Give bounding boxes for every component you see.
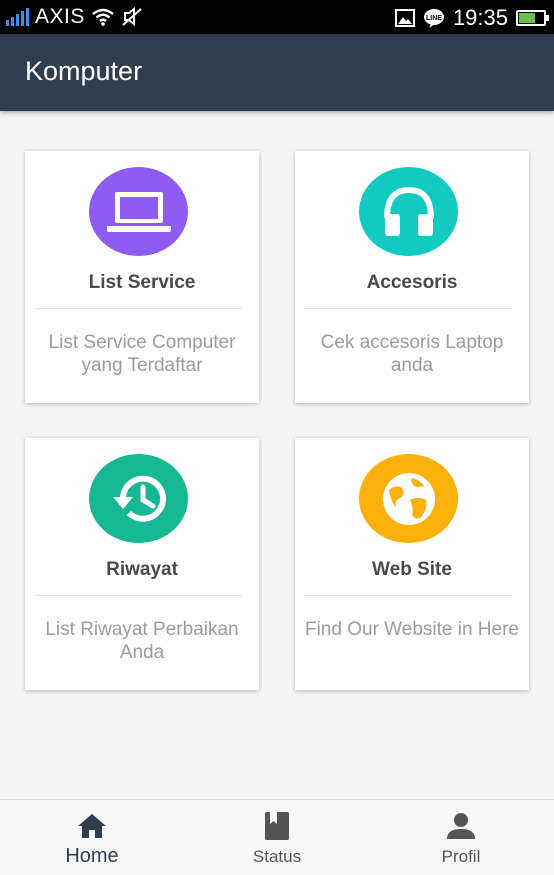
card-divider bbox=[305, 308, 512, 309]
card-title: Riwayat bbox=[106, 559, 178, 580]
svg-text:LINE: LINE bbox=[426, 15, 442, 22]
battery-icon bbox=[516, 10, 549, 26]
nav-status[interactable]: Status bbox=[207, 800, 347, 875]
card-description: Cek accesoris Laptop anda bbox=[320, 332, 504, 376]
image-icon bbox=[394, 9, 415, 27]
book-icon bbox=[265, 812, 289, 840]
laptop-icon bbox=[106, 191, 171, 232]
card-icon-circle bbox=[359, 454, 458, 543]
nav-profil[interactable]: Profil bbox=[391, 800, 531, 875]
wifi-icon bbox=[92, 8, 114, 26]
carrier-name: AXIS bbox=[35, 5, 85, 28]
card-divider bbox=[35, 595, 242, 596]
nav-label: Status bbox=[252, 847, 302, 866]
card-web-site[interactable]: Web Site Find Our Website in Here bbox=[295, 438, 529, 690]
card-icon-circle bbox=[89, 167, 188, 256]
card-title: Web Site bbox=[372, 559, 452, 580]
mute-icon bbox=[122, 7, 142, 27]
clock: 19:35 bbox=[452, 5, 508, 30]
bottom-navigation: Home Status Profil bbox=[0, 799, 554, 875]
card-icon-circle bbox=[359, 167, 458, 256]
globe-icon bbox=[382, 472, 435, 525]
nav-label: Home bbox=[65, 845, 119, 867]
line-icon: LINE bbox=[423, 9, 444, 28]
page-title: Komputer bbox=[25, 56, 143, 86]
card-description: List Service Computer yang Terdaftar bbox=[48, 332, 236, 376]
nav-home[interactable]: Home bbox=[22, 800, 162, 875]
status-right: LINE 19:35 bbox=[394, 5, 549, 31]
card-accesoris[interactable]: Accesoris Cek accesoris Laptop anda bbox=[295, 151, 529, 403]
card-list-service[interactable]: List Service List Service Computer yang … bbox=[25, 151, 259, 403]
card-icon-circle bbox=[89, 454, 188, 543]
signal-icon bbox=[6, 8, 29, 26]
status-bar: AXIS LINE 19:35 bbox=[0, 0, 554, 34]
card-description: Find Our Website in Here bbox=[304, 619, 519, 640]
card-riwayat[interactable]: Riwayat List Riwayat Perbaikan Anda bbox=[25, 438, 259, 690]
history-icon bbox=[112, 475, 166, 522]
nav-label: Profil bbox=[441, 847, 481, 866]
card-description: List Riwayat Perbaikan Anda bbox=[45, 619, 239, 663]
person-icon bbox=[447, 813, 475, 839]
home-icon bbox=[78, 814, 106, 838]
card-title: Accesoris bbox=[366, 272, 458, 293]
status-left: AXIS bbox=[6, 5, 143, 29]
headphones-icon bbox=[383, 186, 434, 236]
card-divider bbox=[305, 595, 512, 596]
card-divider bbox=[35, 308, 242, 309]
app-bar: Komputer bbox=[0, 34, 554, 111]
card-title: List Service bbox=[88, 272, 196, 293]
